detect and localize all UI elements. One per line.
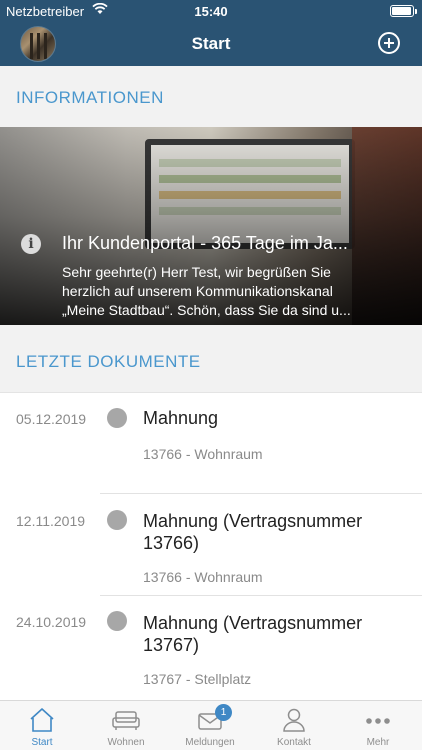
person-icon	[283, 708, 305, 732]
document-date: 12.11.2019	[16, 513, 86, 529]
notification-badge: 1	[215, 704, 232, 721]
home-icon	[30, 708, 54, 732]
more-icon	[366, 718, 390, 724]
status-dot-icon	[107, 408, 127, 428]
document-title: Mahnung (Vertragsnummer 13766)	[143, 511, 363, 553]
info-card[interactable]: i Ihr Kundenportal - 365 Tage im Ja... S…	[0, 127, 422, 325]
sofa-icon	[112, 711, 140, 730]
tab-mehr[interactable]: Mehr	[336, 701, 420, 750]
card-text: Sehr geehrte(r) Herr Test, wir begrüßen …	[62, 264, 351, 318]
document-date: 05.12.2019	[16, 411, 87, 427]
document-subtitle: 13766 - Wohnraum	[143, 446, 263, 462]
status-bar: Netzbetreiber 15:40	[0, 0, 422, 22]
add-button[interactable]	[378, 32, 400, 54]
document-list: 05.12.2019 Mahnung 13766 - Wohnraum 12.1…	[0, 392, 422, 700]
list-item[interactable]: 12.11.2019 Mahnung (Vertragsnummer 13766…	[0, 494, 422, 596]
status-dot-icon	[107, 510, 127, 530]
section-header-info: INFORMATIONEN	[16, 88, 164, 107]
tab-start[interactable]: Start	[0, 701, 84, 750]
tab-bar: Start Wohnen 1 Meldungen Kontakt Mehr	[0, 700, 422, 750]
tab-wohnen[interactable]: Wohnen	[84, 701, 168, 750]
status-dot-icon	[107, 611, 127, 631]
mail-icon	[198, 713, 222, 730]
card-title: Ihr Kundenportal - 365 Tage im Ja...	[62, 233, 348, 253]
info-icon: i	[21, 234, 41, 254]
clock: 15:40	[194, 4, 228, 19]
document-title: Mahnung	[143, 408, 219, 428]
tab-meldungen[interactable]: 1 Meldungen	[168, 701, 252, 750]
document-title: Mahnung (Vertragsnummer 13767)	[143, 613, 363, 655]
document-date: 24.10.2019	[16, 614, 87, 630]
tab-kontakt[interactable]: Kontakt	[252, 701, 336, 750]
section-header-docs: LETZTE DOKUMENTE	[16, 352, 201, 371]
document-subtitle: 13767 - Stellplatz	[143, 671, 252, 687]
list-item[interactable]: 05.12.2019 Mahnung 13766 - Wohnraum	[0, 393, 422, 494]
battery-icon	[390, 5, 417, 17]
app-header: Netzbetreiber 15:40 Start	[0, 0, 422, 66]
page-title: Start	[191, 34, 231, 53]
list-item[interactable]: 24.10.2019 Mahnung (Vertragsnummer 13767…	[0, 596, 422, 700]
document-subtitle: 13766 - Wohnraum	[143, 569, 263, 585]
